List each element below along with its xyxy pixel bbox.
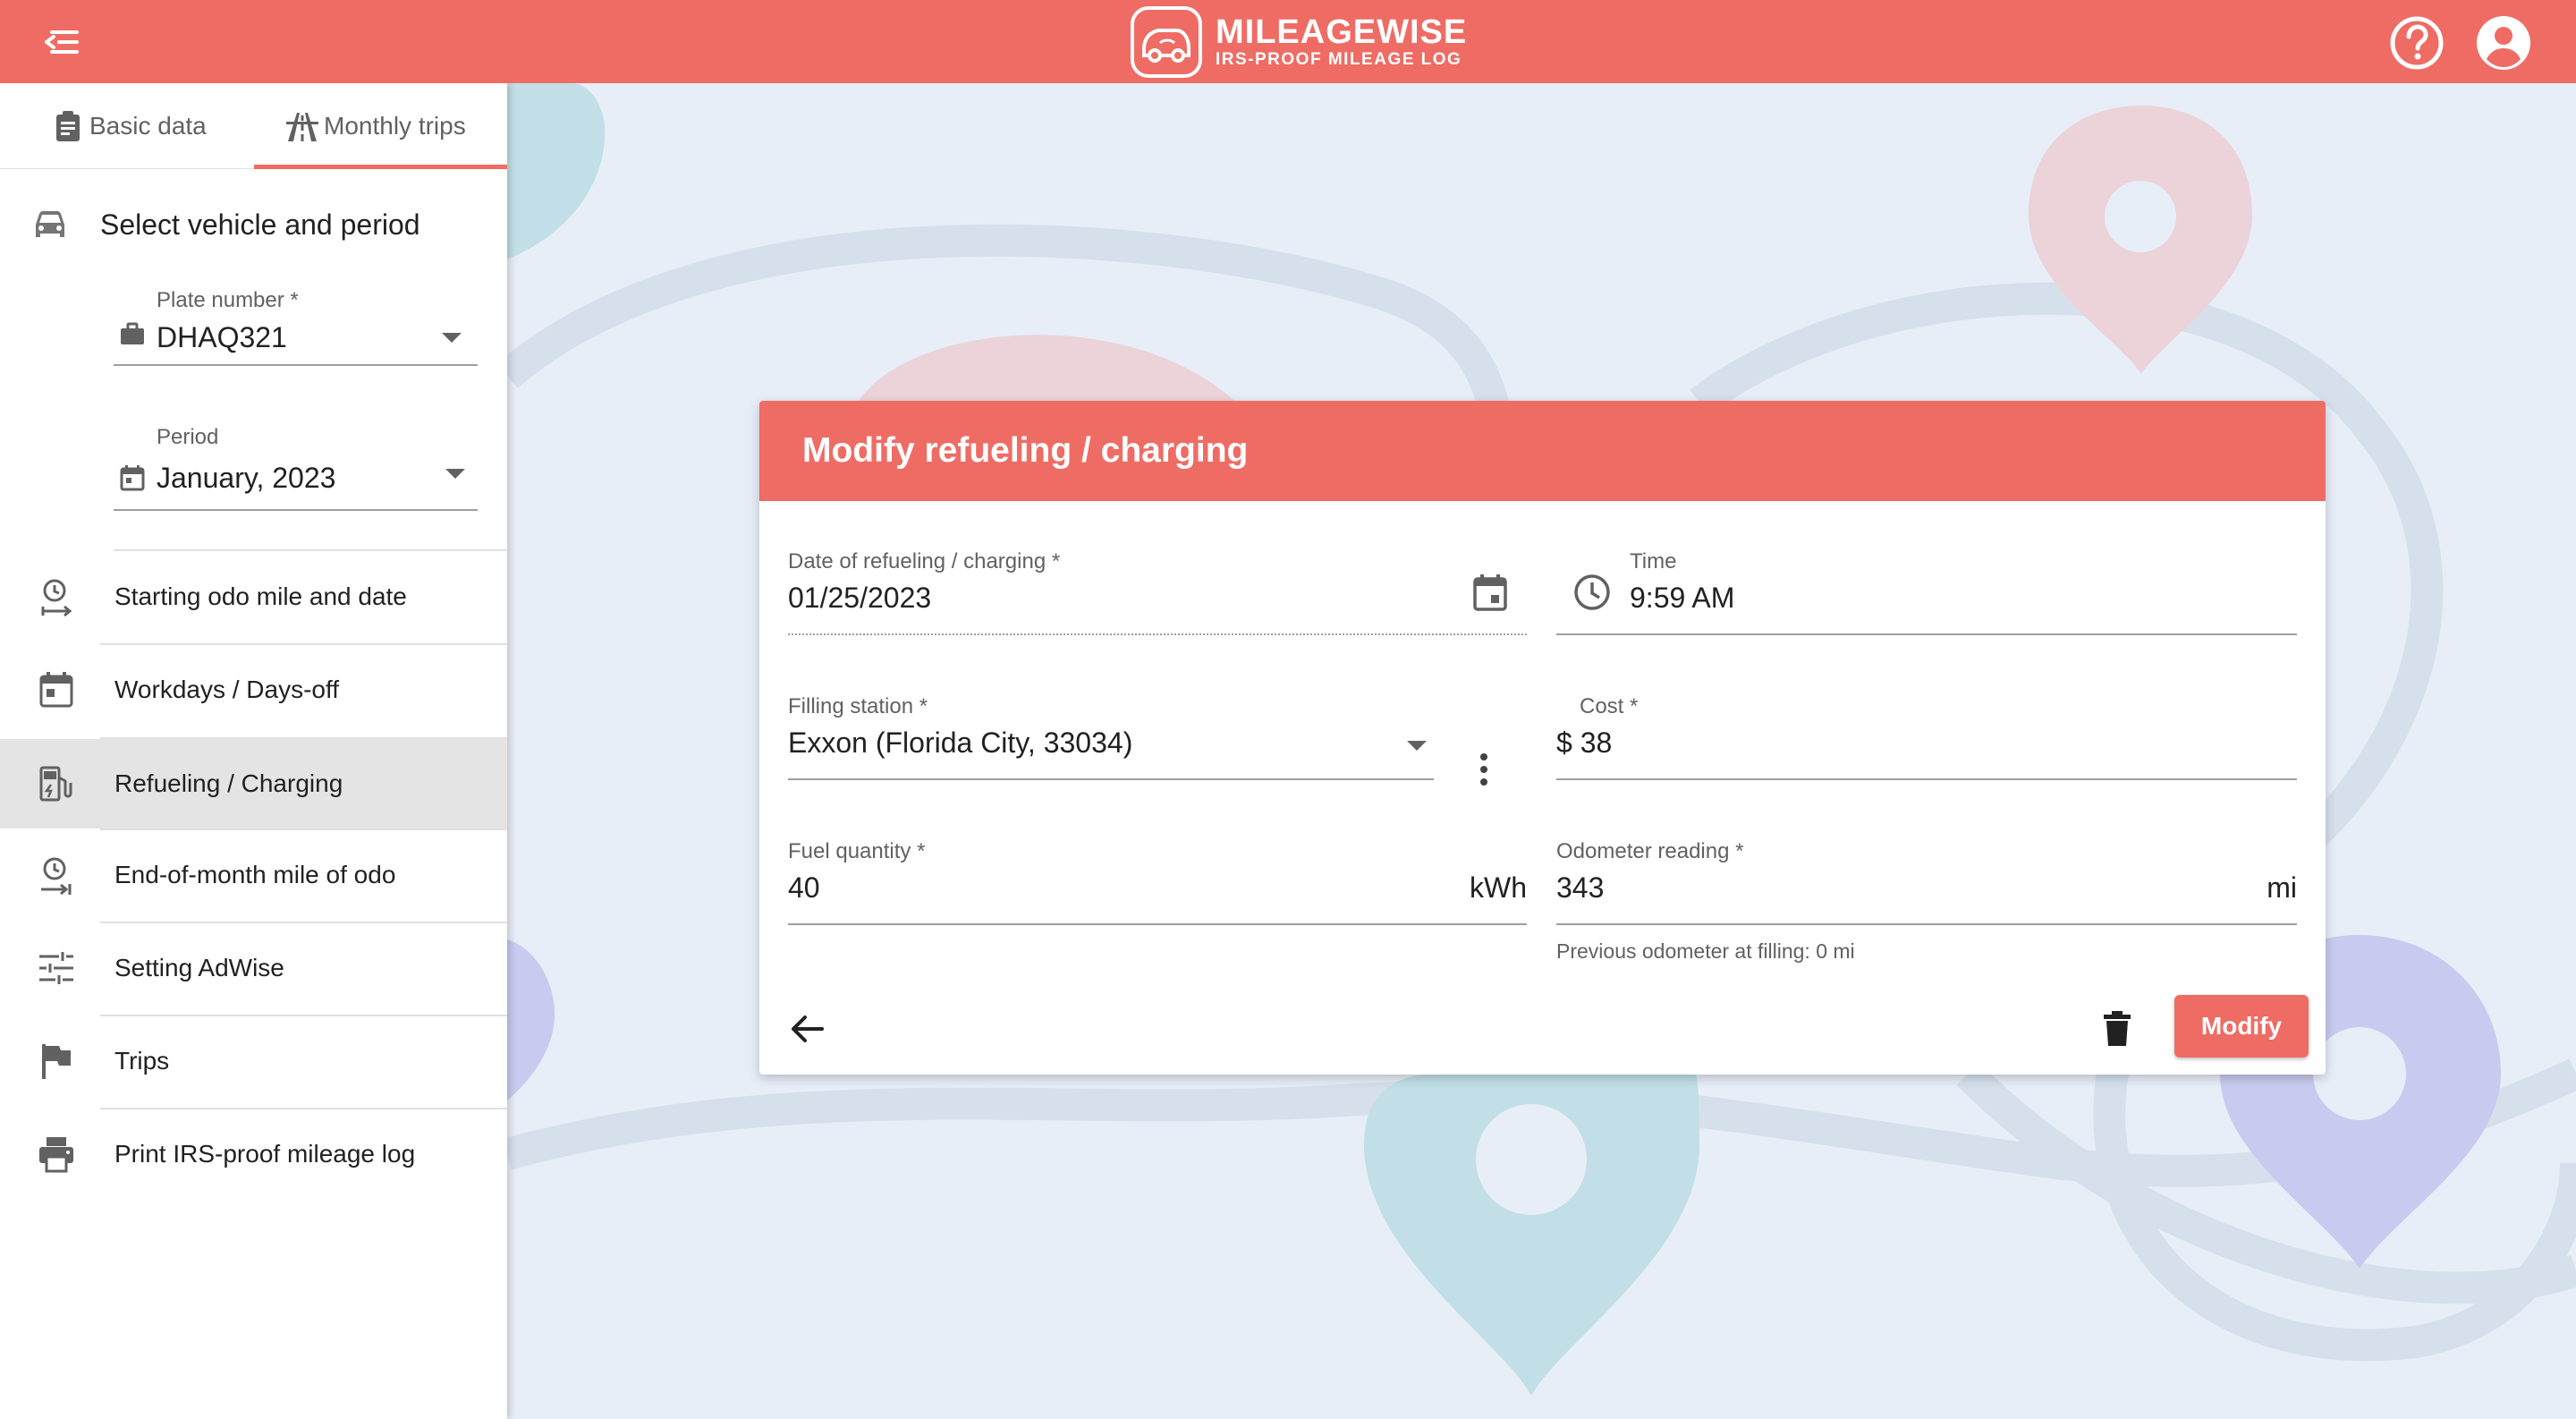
odometer-value: 343 [1556, 871, 1605, 904]
fuel-underline [788, 923, 1527, 925]
cost-label: Cost * [1580, 694, 1639, 718]
help-circle-icon[interactable] [2388, 14, 2445, 72]
brand-name: MILEAGEWISE [1216, 13, 1468, 51]
nav-trips[interactable]: Trips [0, 1016, 507, 1106]
clipboard-icon [56, 111, 80, 141]
date-underline [788, 633, 1527, 635]
period-label: Period [157, 425, 219, 449]
calendar-icon [39, 672, 73, 708]
nav-starting-odo[interactable]: Starting odo mile and date [0, 552, 507, 642]
printer-icon [39, 1137, 73, 1173]
section-title: Select vehicle and period [100, 208, 420, 241]
menu-open-icon[interactable] [39, 23, 84, 61]
nav-label: Setting AdWise [114, 954, 284, 981]
tune-icon [39, 952, 73, 984]
station-label: Filling station * [788, 694, 928, 718]
flag-icon [42, 1044, 71, 1079]
date-field[interactable]: Date of refueling / charging * 01/25/202… [788, 549, 1527, 635]
nav-label: Print IRS-proof mileage log [114, 1140, 416, 1168]
nav-end-of-month-odo[interactable]: End-of-month mile of odo [0, 830, 507, 920]
time-value: 9:59 AM [1630, 582, 1735, 614]
car-icon [36, 211, 64, 237]
arrow-back-icon[interactable] [788, 1011, 826, 1047]
account-circle-icon[interactable] [2475, 14, 2532, 72]
tab-label: Basic data [89, 112, 207, 140]
fuel-label: Fuel quantity * [788, 839, 926, 863]
clock-end-icon [41, 857, 72, 896]
sidebar-tabs: Basic data Monthly trips [0, 83, 507, 169]
odometer-underline [1556, 923, 2297, 925]
cost-underline [1556, 778, 2297, 780]
period-value: January, 2023 [157, 462, 336, 494]
nav-label: Starting odo mile and date [114, 582, 407, 610]
car-logo-icon [1131, 5, 1202, 78]
nav-label: Workdays / Days-off [114, 676, 340, 703]
fuel-unit: kWh [1470, 871, 1527, 904]
period-select[interactable]: Period January, 2023 [114, 425, 478, 511]
odometer-label: Odometer reading * [1556, 839, 1744, 863]
odometer-unit: mi [2267, 871, 2297, 904]
fuel-quantity-field[interactable]: Fuel quantity * 40 kWh [788, 839, 1527, 925]
brand-logo-link[interactable]: MILEAGEWISE IRS-PROOF MILEAGE LOG [1130, 4, 1467, 80]
top-app-bar: MILEAGEWISE IRS-PROOF MILEAGE LOG [0, 0, 2576, 83]
divider [114, 549, 507, 551]
odometer-field[interactable]: Odometer reading * 343 mi [1556, 839, 2297, 925]
cost-field[interactable]: Cost * $ 38 [1556, 694, 2297, 780]
time-label: Time [1630, 549, 1677, 574]
nav-print-log[interactable]: Print IRS-proof mileage log [0, 1109, 507, 1199]
briefcase-icon [121, 322, 144, 344]
tab-label: Monthly trips [324, 112, 466, 140]
odometer-hint: Previous odometer at filling: 0 mi [1556, 939, 1855, 963]
filling-station-select[interactable]: Filling station * Exxon (Florida City, 3… [788, 694, 1434, 780]
active-tab-indicator [254, 165, 507, 169]
nav-workdays[interactable]: Workdays / Days-off [0, 645, 507, 735]
nav-label: Refueling / Charging [114, 769, 343, 797]
nav-label: Trips [114, 1047, 170, 1075]
road-icon [286, 113, 318, 141]
dialog-header: Modify refueling / charging [759, 401, 2326, 501]
date-value: 01/25/2023 [788, 582, 932, 614]
nav-setting-adwise[interactable]: Setting AdWise [0, 923, 507, 1013]
vehicle-period-section: Select vehicle and period [0, 198, 507, 251]
chevron-down-icon[interactable] [445, 469, 465, 479]
plate-number-select[interactable]: Plate number * DHAQ321 [114, 280, 478, 366]
date-label: Date of refueling / charging * [788, 549, 1061, 574]
chevron-down-icon[interactable] [1407, 741, 1427, 751]
calendar-icon[interactable] [1471, 572, 1509, 613]
station-underline [788, 778, 1434, 780]
clock-arrow-icon [41, 579, 72, 617]
nav-label: End-of-month mile of odo [114, 861, 396, 888]
time-field[interactable]: Time 9:59 AM [1556, 549, 2297, 635]
chevron-down-icon[interactable] [442, 333, 462, 343]
sidebar: Basic data Monthly trips Select vehicle … [0, 83, 507, 1419]
cost-value: $ 38 [1556, 726, 1613, 759]
calendar-icon [120, 465, 145, 491]
plate-number-label: Plate number * [157, 288, 299, 312]
fuel-value: 40 [788, 871, 820, 904]
plate-number-value: DHAQ321 [157, 321, 287, 353]
tab-monthly-trips[interactable]: Monthly trips [284, 83, 466, 169]
modify-refueling-dialog: Modify refueling / charging Date of refu… [759, 401, 2326, 1075]
nav-refueling[interactable]: Refueling / Charging [0, 739, 507, 828]
more-vert-icon[interactable] [1475, 750, 1493, 789]
trash-icon[interactable] [2101, 1010, 2133, 1048]
tab-basic-data[interactable]: Basic data [50, 83, 207, 169]
brand-tagline: IRS-PROOF MILEAGE LOG [1216, 49, 1462, 69]
dialog-title: Modify refueling / charging [802, 431, 1249, 470]
fuel-ev-icon [39, 766, 72, 802]
modify-button[interactable]: Modify [2174, 995, 2309, 1058]
time-underline [1556, 633, 2297, 635]
station-value: Exxon (Florida City, 33034) [788, 726, 1133, 759]
